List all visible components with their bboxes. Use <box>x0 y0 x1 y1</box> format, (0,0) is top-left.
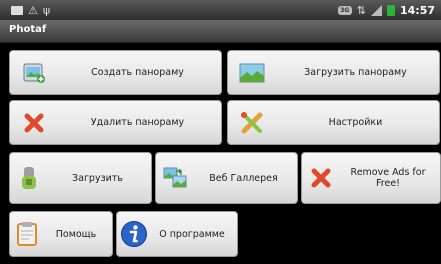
load-panorama-label: Загрузить панораму <box>304 67 407 78</box>
delete-x-icon <box>302 167 340 189</box>
title-bar: Photaf <box>0 20 441 43</box>
message-icon <box>11 5 23 15</box>
battery-icon <box>386 4 395 16</box>
create-panorama-icon <box>10 61 58 85</box>
web-gallery-icon <box>156 165 194 191</box>
settings-tools-icon <box>228 110 276 136</box>
create-panorama-label: Создать панораму <box>91 67 184 78</box>
clock: 14:57 <box>399 3 435 17</box>
usb-icon: ψ <box>42 3 51 17</box>
web-gallery-label: Веб Галлерея <box>209 172 278 184</box>
warning-icon: ⚠ <box>28 3 38 17</box>
transfer-arrows-icon: ⇅ <box>356 3 366 17</box>
help-label: Помощь <box>55 228 97 240</box>
about-label: О программе <box>159 228 225 240</box>
screen: ⚠ ψ 3G ⇅ 14:57 Photaf Создать панораму З… <box>0 0 441 264</box>
web-gallery-button[interactable]: Веб Галлерея <box>155 152 298 204</box>
signal-icon <box>370 4 382 16</box>
help-button[interactable]: Помощь <box>9 211 113 257</box>
delete-panorama-button[interactable]: Удалить панораму <box>9 100 222 145</box>
about-button[interactable]: О программе <box>116 211 238 257</box>
upload-icon <box>10 165 48 191</box>
remove-ads-label: Remove Ads for Free! <box>350 167 426 189</box>
delete-x-icon <box>10 112 58 134</box>
create-panorama-button[interactable]: Создать панораму <box>9 50 222 95</box>
settings-label: Настройки <box>328 117 383 128</box>
network-type-icon: 3G <box>337 5 352 15</box>
clipboard-icon <box>10 221 44 247</box>
upload-button[interactable]: Загрузить <box>9 152 152 204</box>
delete-panorama-label: Удалить панораму <box>90 117 185 128</box>
settings-button[interactable]: Настройки <box>227 100 440 145</box>
remove-ads-button[interactable]: Remove Ads for Free! <box>301 152 441 204</box>
info-icon <box>117 220 151 248</box>
status-bar: ⚠ ψ 3G ⇅ 14:57 <box>0 0 441 20</box>
app-title: Photaf <box>9 24 47 35</box>
load-panorama-button[interactable]: Загрузить панораму <box>227 50 440 95</box>
landscape-icon <box>228 63 276 83</box>
upload-label: Загрузить <box>72 172 123 184</box>
